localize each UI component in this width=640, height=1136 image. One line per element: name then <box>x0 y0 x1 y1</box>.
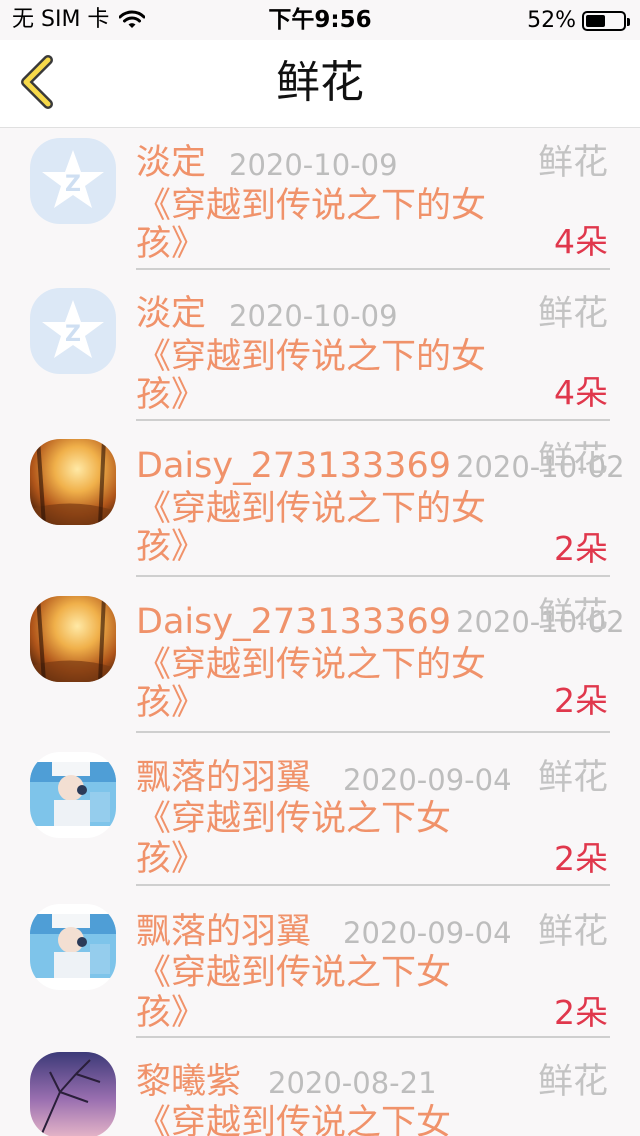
battery-icon <box>582 11 630 31</box>
divider <box>136 268 610 270</box>
item-type: 鲜花 <box>537 143 608 183</box>
book-title-line1: 《穿越到传说之下女 <box>136 1103 452 1136</box>
flower-count: 2朵 <box>554 839 608 878</box>
autumn-forest-photo <box>30 439 116 525</box>
item-date: 2020-09-04 <box>343 916 512 950</box>
anime-character-photo <box>30 752 116 838</box>
book-title-line2: 孩》 <box>136 375 207 415</box>
flower-count: 2朵 <box>554 681 608 720</box>
avatar[interactable]: Z <box>30 138 116 224</box>
list-item[interactable]: Z 淡定 2020-10-09 鲜花 《穿越到传说之下的女 孩》 4朵 <box>0 128 640 278</box>
list-item[interactable]: Daisy_273133369 2020-10-02 鲜花 《穿越到传说之下的女… <box>0 432 640 586</box>
user-name: Daisy_273133369 <box>136 446 451 486</box>
divider <box>136 575 610 577</box>
svg-text:Z: Z <box>65 322 81 347</box>
avatar[interactable] <box>30 752 116 838</box>
book-title-line1: 《穿越到传说之下的女 <box>136 489 487 529</box>
flower-count: 4朵 <box>554 222 608 261</box>
book-title-line2: 孩》 <box>136 839 207 879</box>
qq-star-icon: Z <box>30 138 116 224</box>
battery-group: 52% <box>527 8 630 34</box>
book-title-line2: 孩》 <box>136 683 207 723</box>
list-item[interactable]: 飘落的羽翼 2020-09-04 鲜花 《穿越到传说之下女 孩》 2朵 <box>0 896 640 1046</box>
avatar[interactable] <box>30 1052 116 1136</box>
book-title-line1: 《穿越到传说之下的女 <box>136 645 487 685</box>
autumn-forest-photo <box>30 596 116 682</box>
status-bar: 无 SIM 卡 下午9:56 52% <box>0 0 640 40</box>
user-name: 飘落的羽翼 <box>136 758 312 798</box>
item-date: 2020-08-21 <box>268 1066 437 1100</box>
item-type: 鲜花 <box>537 440 608 480</box>
user-name: Daisy_273133369 <box>136 602 451 642</box>
list-item[interactable]: Daisy_273133369 2020-10-02 鲜花 《穿越到传说之下的女… <box>0 588 640 742</box>
flower-count: 2朵 <box>554 529 608 568</box>
list-item[interactable]: 黎曦紫 2020-08-21 鲜花 《穿越到传说之下女 <box>0 1048 640 1136</box>
avatar[interactable] <box>30 439 116 525</box>
purple-sky-photo <box>30 1052 116 1136</box>
battery-percent: 52% <box>527 8 576 33</box>
item-date: 2020-10-09 <box>229 299 398 333</box>
anime-character-photo <box>30 904 116 990</box>
page-title: 鲜花 <box>276 57 364 108</box>
item-type: 鲜花 <box>537 912 608 952</box>
book-title-line1: 《穿越到传说之下女 <box>136 953 452 993</box>
item-type: 鲜花 <box>537 1062 608 1102</box>
avatar[interactable] <box>30 904 116 990</box>
qq-star-icon: Z <box>30 288 116 374</box>
flower-count: 2朵 <box>554 993 608 1032</box>
item-type: 鲜花 <box>537 758 608 798</box>
svg-text:Z: Z <box>65 172 81 197</box>
user-name: 淡定 <box>136 294 207 334</box>
divider <box>136 884 610 886</box>
flower-count: 4朵 <box>554 373 608 412</box>
item-type: 鲜花 <box>537 294 608 334</box>
book-title-line1: 《穿越到传说之下的女 <box>136 337 487 377</box>
book-title-line1: 《穿越到传说之下女 <box>136 799 452 839</box>
divider <box>136 1036 610 1038</box>
avatar[interactable]: Z <box>30 288 116 374</box>
flower-list: Z 淡定 2020-10-09 鲜花 《穿越到传说之下的女 孩》 4朵 Z 淡定… <box>0 128 640 1136</box>
divider <box>136 731 610 733</box>
battery-fill <box>586 15 605 27</box>
item-type: 鲜花 <box>537 596 608 636</box>
divider <box>136 419 610 421</box>
user-name: 黎曦紫 <box>136 1062 242 1102</box>
item-date: 2020-10-09 <box>229 148 398 182</box>
list-item[interactable]: 飘落的羽翼 2020-09-04 鲜花 《穿越到传说之下女 孩》 2朵 <box>0 744 640 894</box>
user-name: 飘落的羽翼 <box>136 912 312 952</box>
book-title-line2: 孩》 <box>136 993 207 1033</box>
book-title-line1: 《穿越到传说之下的女 <box>136 186 487 226</box>
avatar[interactable] <box>30 596 116 682</box>
nav-bar: 鲜花 <box>0 40 640 128</box>
list-item[interactable]: Z 淡定 2020-10-09 鲜花 《穿越到传说之下的女 孩》 4朵 <box>0 280 640 430</box>
book-title-line2: 孩》 <box>136 527 207 567</box>
book-title-line2: 孩》 <box>136 224 207 264</box>
user-name: 淡定 <box>136 143 207 183</box>
item-date: 2020-09-04 <box>343 763 512 797</box>
